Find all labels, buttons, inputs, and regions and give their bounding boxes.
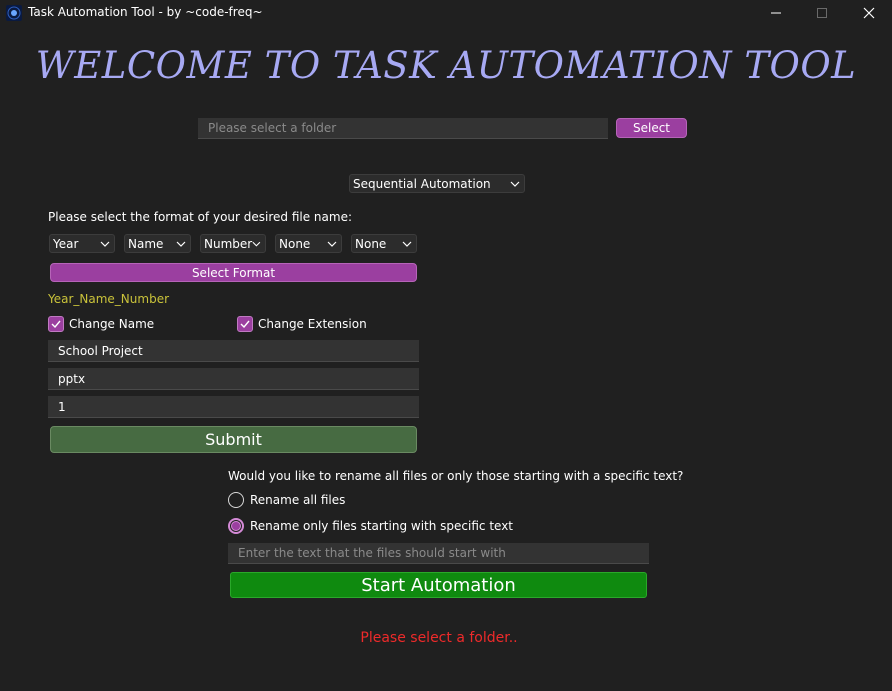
format-prompt: Please select the format of your desired… xyxy=(48,210,352,224)
rename-specific-radio[interactable] xyxy=(228,518,244,534)
format-part-5-select[interactable]: None xyxy=(351,234,417,253)
start-text-input[interactable]: Enter the text that the files should sta… xyxy=(228,543,649,564)
start-number-input[interactable]: 1 xyxy=(48,396,419,418)
chevron-down-icon xyxy=(510,181,520,187)
format-part-1-value: Year xyxy=(53,236,79,251)
page-heading: WELCOME TO TASK AUTOMATION TOOL xyxy=(35,44,857,87)
window-title: Task Automation Tool - by ~code-freq~ xyxy=(28,5,263,19)
maximize-icon[interactable] xyxy=(799,0,845,26)
format-part-2-select[interactable]: Name xyxy=(124,234,191,253)
select-format-button[interactable]: Select Format xyxy=(50,263,417,282)
rename-scope-question: Would you like to rename all files or on… xyxy=(228,469,684,483)
checkmark-icon xyxy=(240,320,250,328)
mode-select-value: Sequential Automation xyxy=(353,176,491,191)
checkmark-icon xyxy=(51,320,61,328)
format-part-4-select[interactable]: None xyxy=(275,234,342,253)
format-part-2-value: Name xyxy=(128,236,164,251)
chevron-down-icon xyxy=(402,241,412,247)
format-part-3-select[interactable]: Number xyxy=(200,234,266,253)
mode-select[interactable]: Sequential Automation xyxy=(349,174,525,193)
name-input[interactable]: School Project xyxy=(48,340,419,362)
folder-input[interactable]: Please select a folder xyxy=(198,118,608,139)
chevron-down-icon xyxy=(327,241,337,247)
format-part-4-value: None xyxy=(279,236,311,251)
change-extension-checkbox[interactable] xyxy=(237,316,253,332)
change-name-checkbox[interactable] xyxy=(48,316,64,332)
submit-button[interactable]: Submit xyxy=(50,426,417,453)
extension-input[interactable]: pptx xyxy=(48,368,419,390)
select-folder-button[interactable]: Select xyxy=(616,118,687,138)
change-extension-label: Change Extension xyxy=(258,317,367,331)
rename-all-label: Rename all files xyxy=(250,493,346,507)
status-message: Please select a folder.. xyxy=(360,630,518,646)
change-name-label: Change Name xyxy=(69,317,155,331)
start-automation-button[interactable]: Start Automation xyxy=(230,572,647,598)
radio-selected-dot xyxy=(231,521,241,531)
chevron-down-icon xyxy=(100,241,110,247)
chevron-down-icon xyxy=(252,241,261,247)
rename-all-radio[interactable] xyxy=(228,492,244,508)
format-part-3-value: Number xyxy=(204,236,253,251)
app-icon xyxy=(6,5,22,21)
rename-specific-label: Rename only files starting with specific… xyxy=(250,519,513,533)
close-icon[interactable] xyxy=(846,0,892,26)
minimize-icon[interactable] xyxy=(753,0,799,26)
format-part-5-value: None xyxy=(355,236,387,251)
format-preview: Year_Name_Number xyxy=(48,292,170,306)
chevron-down-icon xyxy=(176,241,186,247)
format-part-1-select[interactable]: Year xyxy=(49,234,115,253)
